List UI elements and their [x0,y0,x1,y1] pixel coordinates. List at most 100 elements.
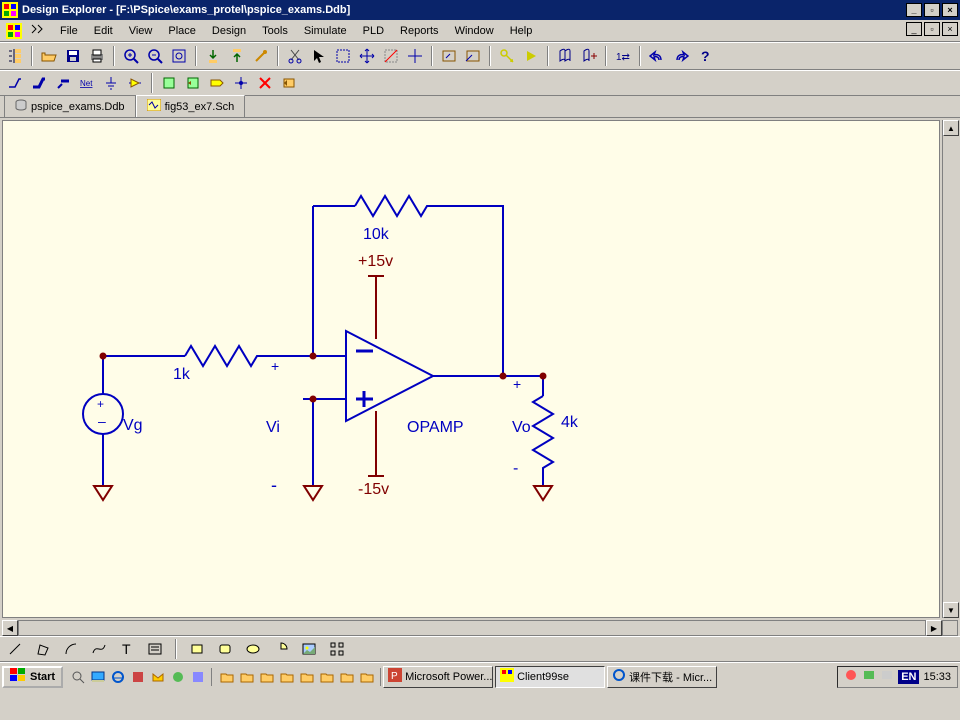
draw-pie-icon[interactable] [270,638,292,660]
scroll-up-button[interactable]: ▲ [943,120,959,136]
tray-icon-1[interactable] [844,668,858,685]
mdi-minimize-button[interactable]: _ [906,22,922,36]
increment-icon[interactable]: 1⇄ [612,45,634,67]
place-port-icon[interactable] [206,72,228,94]
ql-folder1-icon[interactable] [218,668,236,686]
draw-text-icon[interactable]: T [116,638,138,660]
menu-file[interactable]: File [52,23,86,39]
scroll-right-button[interactable]: ▶ [926,620,942,636]
ql-outlook-icon[interactable] [149,668,167,686]
draw-bezier-icon[interactable] [88,638,110,660]
zoom-in-icon[interactable] [120,45,142,67]
ql-folder6-icon[interactable] [318,668,336,686]
print-icon[interactable] [86,45,108,67]
open-icon[interactable] [38,45,60,67]
start-button[interactable]: Start [2,666,63,688]
undo-icon[interactable] [646,45,668,67]
select-arrow-icon[interactable] [308,45,330,67]
deselect-icon[interactable] [380,45,402,67]
task-ie[interactable]: 课件下载 - Micr... [607,666,717,688]
mdi-close-button[interactable]: × [942,22,958,36]
scroll-left-button[interactable]: ◀ [2,620,18,636]
ql-desktop-icon[interactable] [89,668,107,686]
draw-textframe-icon[interactable] [144,638,166,660]
draw-arc-icon[interactable] [60,638,82,660]
scroll-down-button[interactable]: ▼ [943,602,959,618]
ql-app2-icon[interactable] [169,668,187,686]
ql-search-icon[interactable] [69,668,87,686]
vertical-scrollbar[interactable]: ▲ ▼ [942,120,958,618]
key-icon[interactable] [496,45,518,67]
tray-icon-3[interactable] [880,668,894,685]
menu-design[interactable]: Design [204,23,254,39]
hierarchy-up-icon[interactable] [226,45,248,67]
draw-polygon-icon[interactable] [32,638,54,660]
zoom-out-icon[interactable] [144,45,166,67]
menu-view[interactable]: View [121,23,161,39]
ql-folder5-icon[interactable] [298,668,316,686]
tray-icon-2[interactable] [862,668,876,685]
mdi-maximize-button[interactable]: ▫ [924,22,940,36]
ql-folder7-icon[interactable] [338,668,356,686]
select-inside-icon[interactable] [438,45,460,67]
place-sheet-icon[interactable] [158,72,180,94]
menu-simulate[interactable]: Simulate [296,23,355,39]
tree-icon[interactable] [4,45,26,67]
close-button[interactable]: × [942,3,958,17]
hierarchy-down-icon[interactable] [202,45,224,67]
window-title: Design Explorer - [F:\PSpice\exams_prote… [22,4,904,16]
menu-tools[interactable]: Tools [254,23,296,39]
task-powerpoint[interactable]: P Microsoft Power... [383,666,493,688]
cut-icon[interactable] [284,45,306,67]
browse-lib-icon[interactable] [554,45,576,67]
ql-app1-icon[interactable] [129,668,147,686]
menu-window[interactable]: Window [447,23,502,39]
place-noerc-icon[interactable] [254,72,276,94]
place-bus-icon[interactable] [28,72,50,94]
ql-ie-icon[interactable] [109,668,127,686]
menu-edit[interactable]: Edit [86,23,121,39]
simulate-icon[interactable] [520,45,542,67]
select-touching-icon[interactable] [462,45,484,67]
place-stimulus-icon[interactable] [278,72,300,94]
tab-ddb[interactable]: pspice_exams.Ddb [4,95,136,117]
draw-image-icon[interactable] [298,638,320,660]
menu-reports[interactable]: Reports [392,23,447,39]
ql-app3-icon[interactable] [189,668,207,686]
draw-roundrect-icon[interactable] [214,638,236,660]
save-icon[interactable] [62,45,84,67]
draw-array-icon[interactable] [326,638,348,660]
schematic-canvas[interactable]: + – + - + - 10k +15v -15v 1k Vg Vi Vo 4k… [2,120,940,618]
maximize-button[interactable]: ▫ [924,3,940,17]
redo-icon[interactable] [670,45,692,67]
ql-folder3-icon[interactable] [258,668,276,686]
draw-ellipse-icon[interactable] [242,638,264,660]
add-remove-lib-icon[interactable] [578,45,600,67]
ql-folder8-icon[interactable] [358,668,376,686]
place-part-icon[interactable] [124,72,146,94]
place-sheet-entry-icon[interactable] [182,72,204,94]
ql-folder2-icon[interactable] [238,668,256,686]
move-icon[interactable] [356,45,378,67]
place-bus-entry-icon[interactable] [52,72,74,94]
zoom-fit-icon[interactable] [168,45,190,67]
menu-pld[interactable]: PLD [355,23,392,39]
cross-probe-icon[interactable] [250,45,272,67]
draw-rect-icon[interactable] [186,638,208,660]
place-gnd-icon[interactable] [100,72,122,94]
menu-help[interactable]: Help [502,23,541,39]
help-icon[interactable]: ? [694,45,716,67]
crosshair-icon[interactable] [404,45,426,67]
place-junction-icon[interactable] [230,72,252,94]
place-wire-icon[interactable] [4,72,26,94]
horizontal-scrollbar[interactable] [18,620,926,636]
draw-line-icon[interactable] [4,638,26,660]
place-netlabel-icon[interactable]: Net [76,72,98,94]
ql-folder4-icon[interactable] [278,668,296,686]
tray-lang[interactable]: EN [898,670,919,684]
tab-sch[interactable]: fig53_ex7.Sch [136,95,246,117]
menu-place[interactable]: Place [160,23,204,39]
marquee-icon[interactable] [332,45,354,67]
minimize-button[interactable]: _ [906,3,922,17]
task-client99se[interactable]: Client99se [495,666,605,688]
